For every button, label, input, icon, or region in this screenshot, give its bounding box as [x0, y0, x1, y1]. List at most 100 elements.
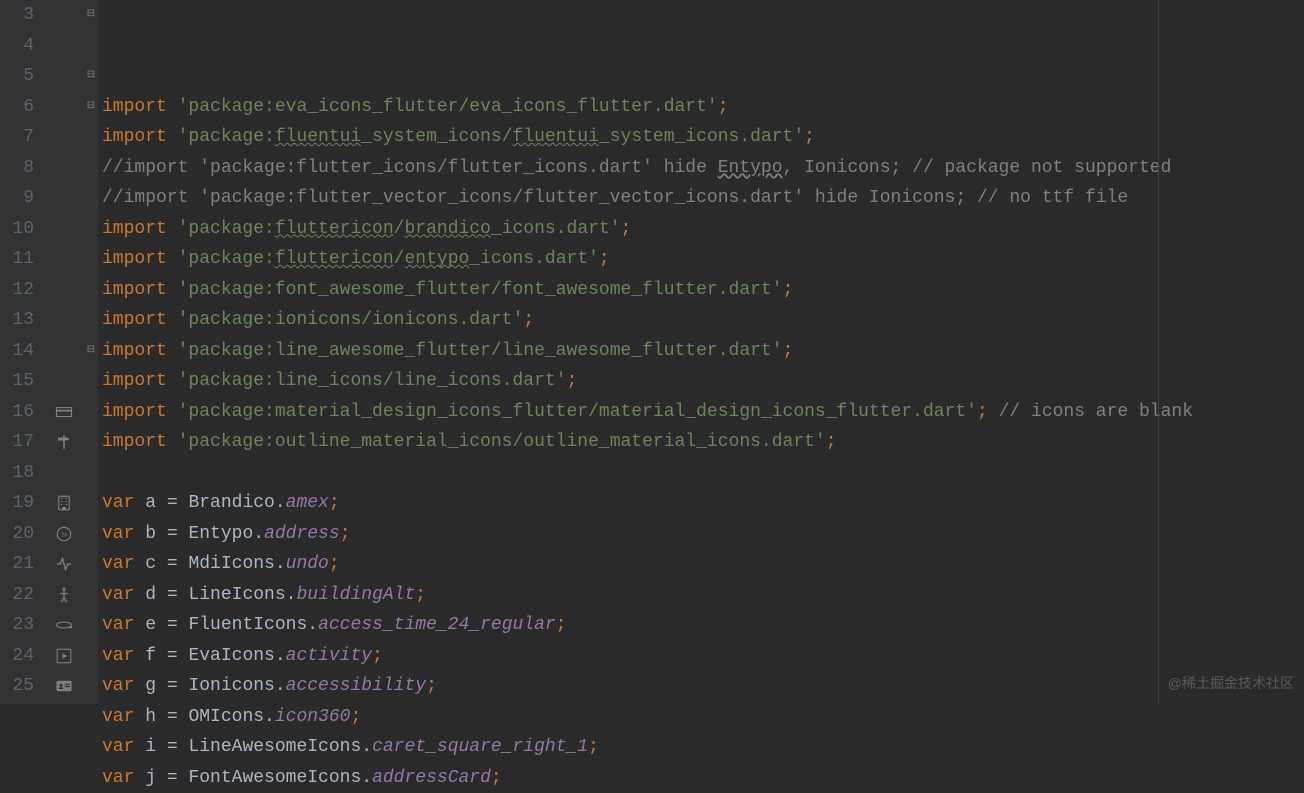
code-line[interactable]: var b = Entypo.address;: [102, 519, 1304, 550]
code-area[interactable]: import 'package:eva_icons_flutter/eva_ic…: [98, 0, 1304, 704]
code-token-ident: LineIcons.: [188, 585, 296, 605]
code-line[interactable]: var c = MdiIcons.undo;: [102, 549, 1304, 580]
code-line[interactable]: var j = FontAwesomeIcons.addressCard;: [102, 763, 1304, 793]
code-token-str: 'package:ionicons/ionicons.dart': [178, 310, 524, 330]
code-line[interactable]: import 'package:font_awesome_flutter/fon…: [102, 275, 1304, 306]
code-token-ident: i: [145, 737, 167, 757]
fold-marker[interactable]: ⊟: [84, 61, 98, 92]
code-token-str: 'package:eva_icons_flutter/eva_icons_flu…: [178, 97, 718, 117]
fold-marker: [84, 641, 98, 672]
code-token-punct: =: [167, 768, 189, 788]
code-token-str: 'package:line_awesome_flutter/line_aweso…: [178, 341, 783, 361]
line-number: 22: [0, 580, 34, 611]
code-token-ident: a: [145, 493, 167, 513]
fold-marker: [84, 214, 98, 245]
code-token-comment: // icons are blank: [988, 402, 1204, 422]
code-token-punct: =: [167, 554, 189, 574]
code-token-ident: Ionicons.: [188, 676, 285, 696]
code-token-semi: ;: [340, 524, 351, 544]
fold-marker: [84, 671, 98, 702]
fold-marker: [84, 275, 98, 306]
code-line[interactable]: var f = EvaIcons.activity;: [102, 641, 1304, 672]
code-token-semi: ;: [372, 646, 383, 666]
code-token-kw: import: [102, 341, 178, 361]
code-token-semi: ;: [621, 219, 632, 239]
code-token-semi: ;: [329, 493, 340, 513]
fold-marker: [84, 519, 98, 550]
code-line[interactable]: [102, 458, 1304, 489]
code-token-punct: =: [167, 646, 189, 666]
code-token-ident: LineAwesomeIcons.: [188, 737, 372, 757]
code-line[interactable]: var a = Brandico.amex;: [102, 488, 1304, 519]
code-line[interactable]: import 'package:eva_icons_flutter/eva_ic…: [102, 92, 1304, 123]
code-token-prop: buildingAlt: [296, 585, 415, 605]
fold-marker[interactable]: ⊟: [84, 336, 98, 367]
code-token-punct: =: [167, 493, 189, 513]
code-token-str: 'package:material_design_icons_flutter/m…: [178, 402, 977, 422]
code-token-prop: icon360: [275, 707, 351, 727]
code-line[interactable]: import 'package:line_icons/line_icons.da…: [102, 366, 1304, 397]
line-number: 5: [0, 61, 34, 92]
code-token-semi: ;: [491, 768, 502, 788]
code-line[interactable]: var h = OMIcons.icon360;: [102, 702, 1304, 733]
code-line[interactable]: import 'package:fluentui_system_icons/fl…: [102, 122, 1304, 153]
code-token-kw: var: [102, 676, 145, 696]
line-number: 14: [0, 336, 34, 367]
code-line[interactable]: import 'package:ionicons/ionicons.dart';: [102, 305, 1304, 336]
code-token-semi: ;: [567, 371, 578, 391]
code-token-semi: ;: [977, 402, 988, 422]
code-token-prop: activity: [286, 646, 372, 666]
code-token-semi: ;: [426, 676, 437, 696]
code-token-semi: ;: [350, 707, 361, 727]
line-number-gutter: 345678910111213141516171819202122232425: [0, 0, 44, 704]
code-token-str: 'package:: [178, 219, 275, 239]
code-token-comment: , Ionicons; // package not supported: [783, 158, 1172, 178]
line-number: 11: [0, 244, 34, 275]
code-token-prop: caret_square_right_1: [372, 737, 588, 757]
line-number: 21: [0, 549, 34, 580]
code-token-comment: //import 'package:flutter_vector_icons/f…: [102, 188, 1128, 208]
code-line[interactable]: var g = Ionicons.accessibility;: [102, 671, 1304, 702]
fold-marker[interactable]: ⊟: [84, 0, 98, 31]
code-line[interactable]: import 'package:line_awesome_flutter/lin…: [102, 336, 1304, 367]
line-number: 17: [0, 427, 34, 458]
code-token-ident: OMIcons.: [188, 707, 274, 727]
line-number: 16: [0, 397, 34, 428]
code-token-ident: FluentIcons.: [188, 615, 318, 635]
code-token-ident: MdiIcons.: [188, 554, 285, 574]
line-number: 20: [0, 519, 34, 550]
code-token-punct: =: [167, 524, 189, 544]
code-line[interactable]: var d = LineIcons.buildingAlt;: [102, 580, 1304, 611]
line-number: 9: [0, 183, 34, 214]
code-token-kw: var: [102, 646, 145, 666]
code-editor[interactable]: 345678910111213141516171819202122232425 …: [0, 0, 1304, 704]
code-token-kw: import: [102, 127, 178, 147]
code-line[interactable]: import 'package:fluttericon/brandico_ico…: [102, 214, 1304, 245]
address-card-icon: [55, 671, 73, 702]
fold-gutter[interactable]: ⊟⊟⊟⊟: [84, 0, 98, 704]
code-token-str: _system_icons.dart': [599, 127, 804, 147]
code-token-str: /: [394, 219, 405, 239]
fold-marker[interactable]: ⊟: [84, 92, 98, 123]
code-line[interactable]: import 'package:fluttericon/entypo_icons…: [102, 244, 1304, 275]
code-token-str: 'package:line_icons/line_icons.dart': [178, 371, 567, 391]
code-token-semi: ;: [804, 127, 815, 147]
code-line[interactable]: import 'package:outline_material_icons/o…: [102, 427, 1304, 458]
code-token-str-wavy: fluentui: [275, 127, 361, 147]
code-line[interactable]: import 'package:material_design_icons_fl…: [102, 397, 1304, 428]
code-line[interactable]: //import 'package:flutter_vector_icons/f…: [102, 183, 1304, 214]
code-token-kw: import: [102, 310, 178, 330]
fold-marker: [84, 305, 98, 336]
code-token-semi: ;: [599, 249, 610, 269]
code-token-ident: FontAwesomeIcons.: [188, 768, 372, 788]
code-token-ident: d: [145, 585, 167, 605]
code-line[interactable]: //import 'package:flutter_icons/flutter_…: [102, 153, 1304, 184]
code-token-punct: =: [167, 615, 189, 635]
code-line[interactable]: var i = LineAwesomeIcons.caret_square_ri…: [102, 732, 1304, 763]
code-token-str: _icons.dart': [491, 219, 621, 239]
code-token-punct: =: [167, 707, 189, 727]
code-line[interactable]: var e = FluentIcons.access_time_24_regul…: [102, 610, 1304, 641]
building-icon: [55, 488, 73, 519]
code-token-kw: var: [102, 493, 145, 513]
fold-marker: [84, 153, 98, 184]
